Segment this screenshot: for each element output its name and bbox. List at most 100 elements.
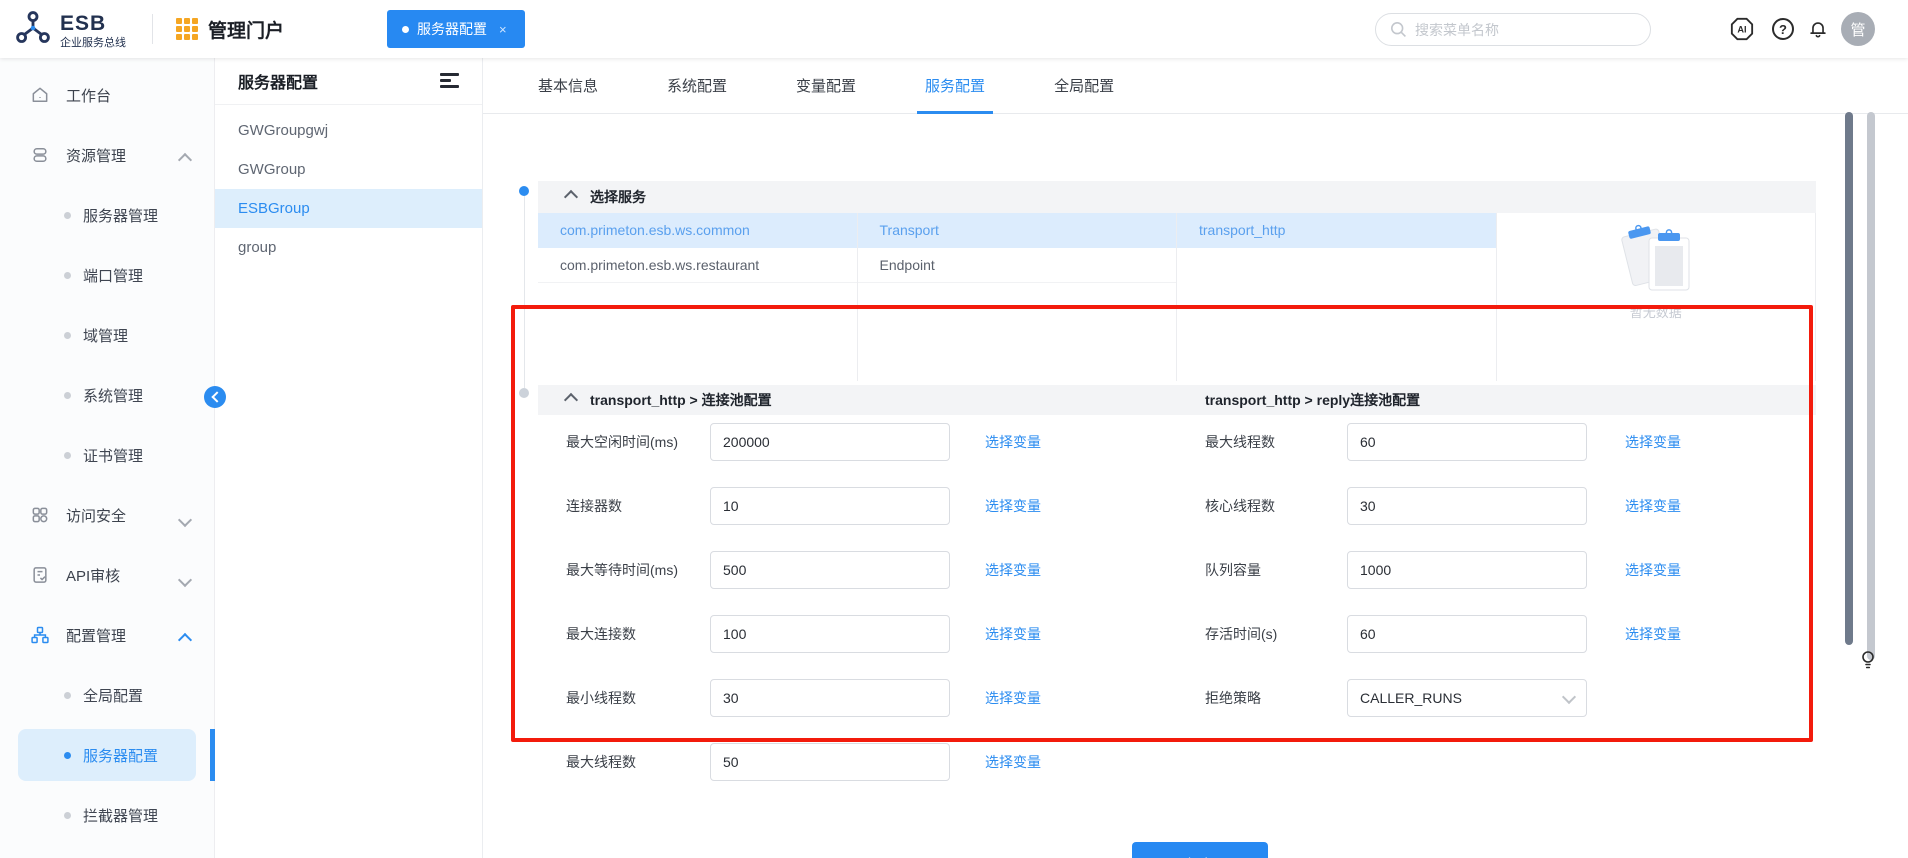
- select-variable-link[interactable]: 选择变量: [1625, 624, 1681, 644]
- service-option[interactable]: com.primeton.esb.ws.restaurant: [538, 248, 857, 283]
- sidebar-item-global-config[interactable]: 全局配置: [0, 665, 214, 725]
- sidebar-item-api-review[interactable]: API审核: [0, 545, 214, 605]
- field-label: 拒绝策略: [1205, 688, 1347, 708]
- form-row: 最大空闲时间(ms) 选择变量: [566, 423, 1041, 461]
- sidebar-item-domain-mgmt[interactable]: 域管理: [0, 305, 214, 365]
- sidebar-item-access-security[interactable]: 访问安全: [0, 485, 214, 545]
- service-column-transport: transport_http: [1177, 213, 1497, 381]
- select-variable-link[interactable]: 选择变量: [1625, 432, 1681, 452]
- max-threads-input[interactable]: [710, 743, 950, 781]
- field-label: 最大线程数: [566, 752, 710, 772]
- service-option-selected[interactable]: transport_http: [1177, 213, 1496, 248]
- server-group-item[interactable]: GWGroupgwj: [215, 111, 482, 150]
- pool-config-section-header[interactable]: transport_http > 连接池配置 transport_http > …: [538, 385, 1816, 415]
- timeline-dot: [519, 388, 529, 398]
- open-page-tab[interactable]: 服务器配置 ×: [387, 10, 525, 48]
- server-group-item[interactable]: group: [215, 228, 482, 267]
- inner-scrollbar-thumb[interactable]: [1845, 112, 1853, 645]
- select-variable-link[interactable]: 选择变量: [985, 496, 1041, 516]
- lightbulb-icon: [1860, 650, 1876, 675]
- sidebar-item-label: 配置管理: [66, 625, 126, 646]
- sidebar-item-server-config[interactable]: 服务器配置: [0, 725, 214, 785]
- chevron-up-icon[interactable]: [178, 153, 192, 167]
- max-wait-time-input[interactable]: [710, 551, 950, 589]
- max-idle-time-input[interactable]: [710, 423, 950, 461]
- sidebar-item-system-mgmt[interactable]: 系统管理: [0, 365, 214, 425]
- form-row: 最大等待时间(ms) 选择变量: [566, 551, 1041, 589]
- outer-scrollbar-thumb[interactable]: [1867, 112, 1875, 660]
- esb-logo-icon: [14, 9, 52, 52]
- search-input[interactable]: [1413, 21, 1617, 39]
- help-icon[interactable]: ?: [1772, 18, 1794, 40]
- reply-pool-config-title: transport_http > reply连接池配置: [1205, 390, 1420, 410]
- select-variable-link[interactable]: 选择变量: [985, 624, 1041, 644]
- empty-state: 暂无数据: [1497, 219, 1816, 321]
- connector-count-input[interactable]: [710, 487, 950, 525]
- tab-label: 服务器配置: [417, 19, 487, 39]
- ai-assistant-icon[interactable]: AI: [1730, 17, 1754, 41]
- max-connections-input[interactable]: [710, 615, 950, 653]
- sidebar-item-label: 系统管理: [83, 385, 143, 406]
- server-group-label: group: [238, 239, 276, 256]
- queue-capacity-input[interactable]: [1347, 551, 1587, 589]
- notification-bell-icon[interactable]: [1806, 17, 1830, 41]
- server-config-panel: 服务器配置 GWGroupgwj GWGroup ESBGroup group: [215, 58, 483, 858]
- select-variable-link[interactable]: 选择变量: [985, 432, 1041, 452]
- sidebar-item-workbench[interactable]: 工作台: [0, 65, 214, 125]
- chevron-up-icon[interactable]: [178, 633, 192, 647]
- empty-clipboard-illustration: [1613, 219, 1699, 295]
- top-header: ESB 企业服务总线 管理门户 服务器配置 × AI: [0, 0, 1908, 58]
- sidebar-item-interceptor-mgmt[interactable]: 拦截器管理: [0, 785, 214, 845]
- select-variable-link[interactable]: 选择变量: [1625, 560, 1681, 580]
- field-label: 最大等待时间(ms): [566, 560, 710, 580]
- select-service-section-header[interactable]: 选择服务: [538, 181, 1816, 213]
- item-dot: [64, 272, 71, 279]
- chevron-down-icon[interactable]: [178, 513, 192, 527]
- pool-config-title: transport_http > 连接池配置: [590, 390, 772, 410]
- collapse-chevron-icon[interactable]: [564, 190, 578, 204]
- document-check-icon: [30, 564, 52, 586]
- reject-policy-select[interactable]: CALLER_RUNS: [1347, 679, 1587, 717]
- tab-global-config[interactable]: 全局配置: [1046, 58, 1122, 114]
- service-option-selected[interactable]: com.primeton.esb.ws.common: [538, 213, 857, 248]
- sidebar-item-cert-mgmt[interactable]: 证书管理: [0, 425, 214, 485]
- sidebar-item-resources[interactable]: 资源管理: [0, 125, 214, 185]
- select-variable-link[interactable]: 选择变量: [985, 688, 1041, 708]
- server-group-item[interactable]: GWGroup: [215, 150, 482, 189]
- form-row: 连接器数 选择变量: [566, 487, 1041, 525]
- service-option-selected[interactable]: Transport: [858, 213, 1177, 248]
- keep-alive-time-input[interactable]: [1347, 615, 1587, 653]
- server-stack-icon: [30, 144, 52, 166]
- menu-search-box[interactable]: [1375, 13, 1651, 46]
- form-row: 队列容量 选择变量: [1205, 551, 1681, 589]
- sidebar-collapse-toggle[interactable]: [204, 386, 226, 408]
- logo-subtitle: 企业服务总线: [60, 38, 126, 49]
- tab-close-icon[interactable]: ×: [499, 22, 507, 37]
- tab-service-config[interactable]: 服务配置: [917, 58, 993, 114]
- user-avatar[interactable]: 管: [1841, 12, 1875, 46]
- server-group-item-selected[interactable]: ESBGroup: [215, 189, 482, 228]
- chevron-down-icon[interactable]: [178, 573, 192, 587]
- tab-variable-config[interactable]: 变量配置: [788, 58, 864, 114]
- service-option[interactable]: Endpoint: [858, 248, 1177, 283]
- sidebar-item-config-mgmt[interactable]: 配置管理: [0, 605, 214, 665]
- min-threads-input[interactable]: [710, 679, 950, 717]
- portal-grid-icon: [176, 18, 198, 40]
- select-variable-link[interactable]: 选择变量: [1625, 496, 1681, 516]
- service-config-content: 选择服务 com.primeton.esb.ws.common com.prim…: [483, 114, 1908, 858]
- form-row: 最小线程数 选择变量: [566, 679, 1041, 717]
- collapse-chevron-icon[interactable]: [564, 393, 578, 407]
- service-column-empty: 暂无数据: [1497, 213, 1817, 381]
- core-threads-input[interactable]: [1347, 487, 1587, 525]
- list-menu-icon[interactable]: [440, 73, 460, 88]
- sidebar-item-label: API审核: [66, 565, 120, 586]
- sidebar-item-server-mgmt[interactable]: 服务器管理: [0, 185, 214, 245]
- select-variable-link[interactable]: 选择变量: [985, 752, 1041, 772]
- tab-basic-info[interactable]: 基本信息: [530, 58, 606, 114]
- field-label: 最大连接数: [566, 624, 710, 644]
- sidebar-item-port-mgmt[interactable]: 端口管理: [0, 245, 214, 305]
- save-button[interactable]: 保存: [1132, 842, 1268, 858]
- select-variable-link[interactable]: 选择变量: [985, 560, 1041, 580]
- tab-system-config[interactable]: 系统配置: [659, 58, 735, 114]
- reply-max-threads-input[interactable]: [1347, 423, 1587, 461]
